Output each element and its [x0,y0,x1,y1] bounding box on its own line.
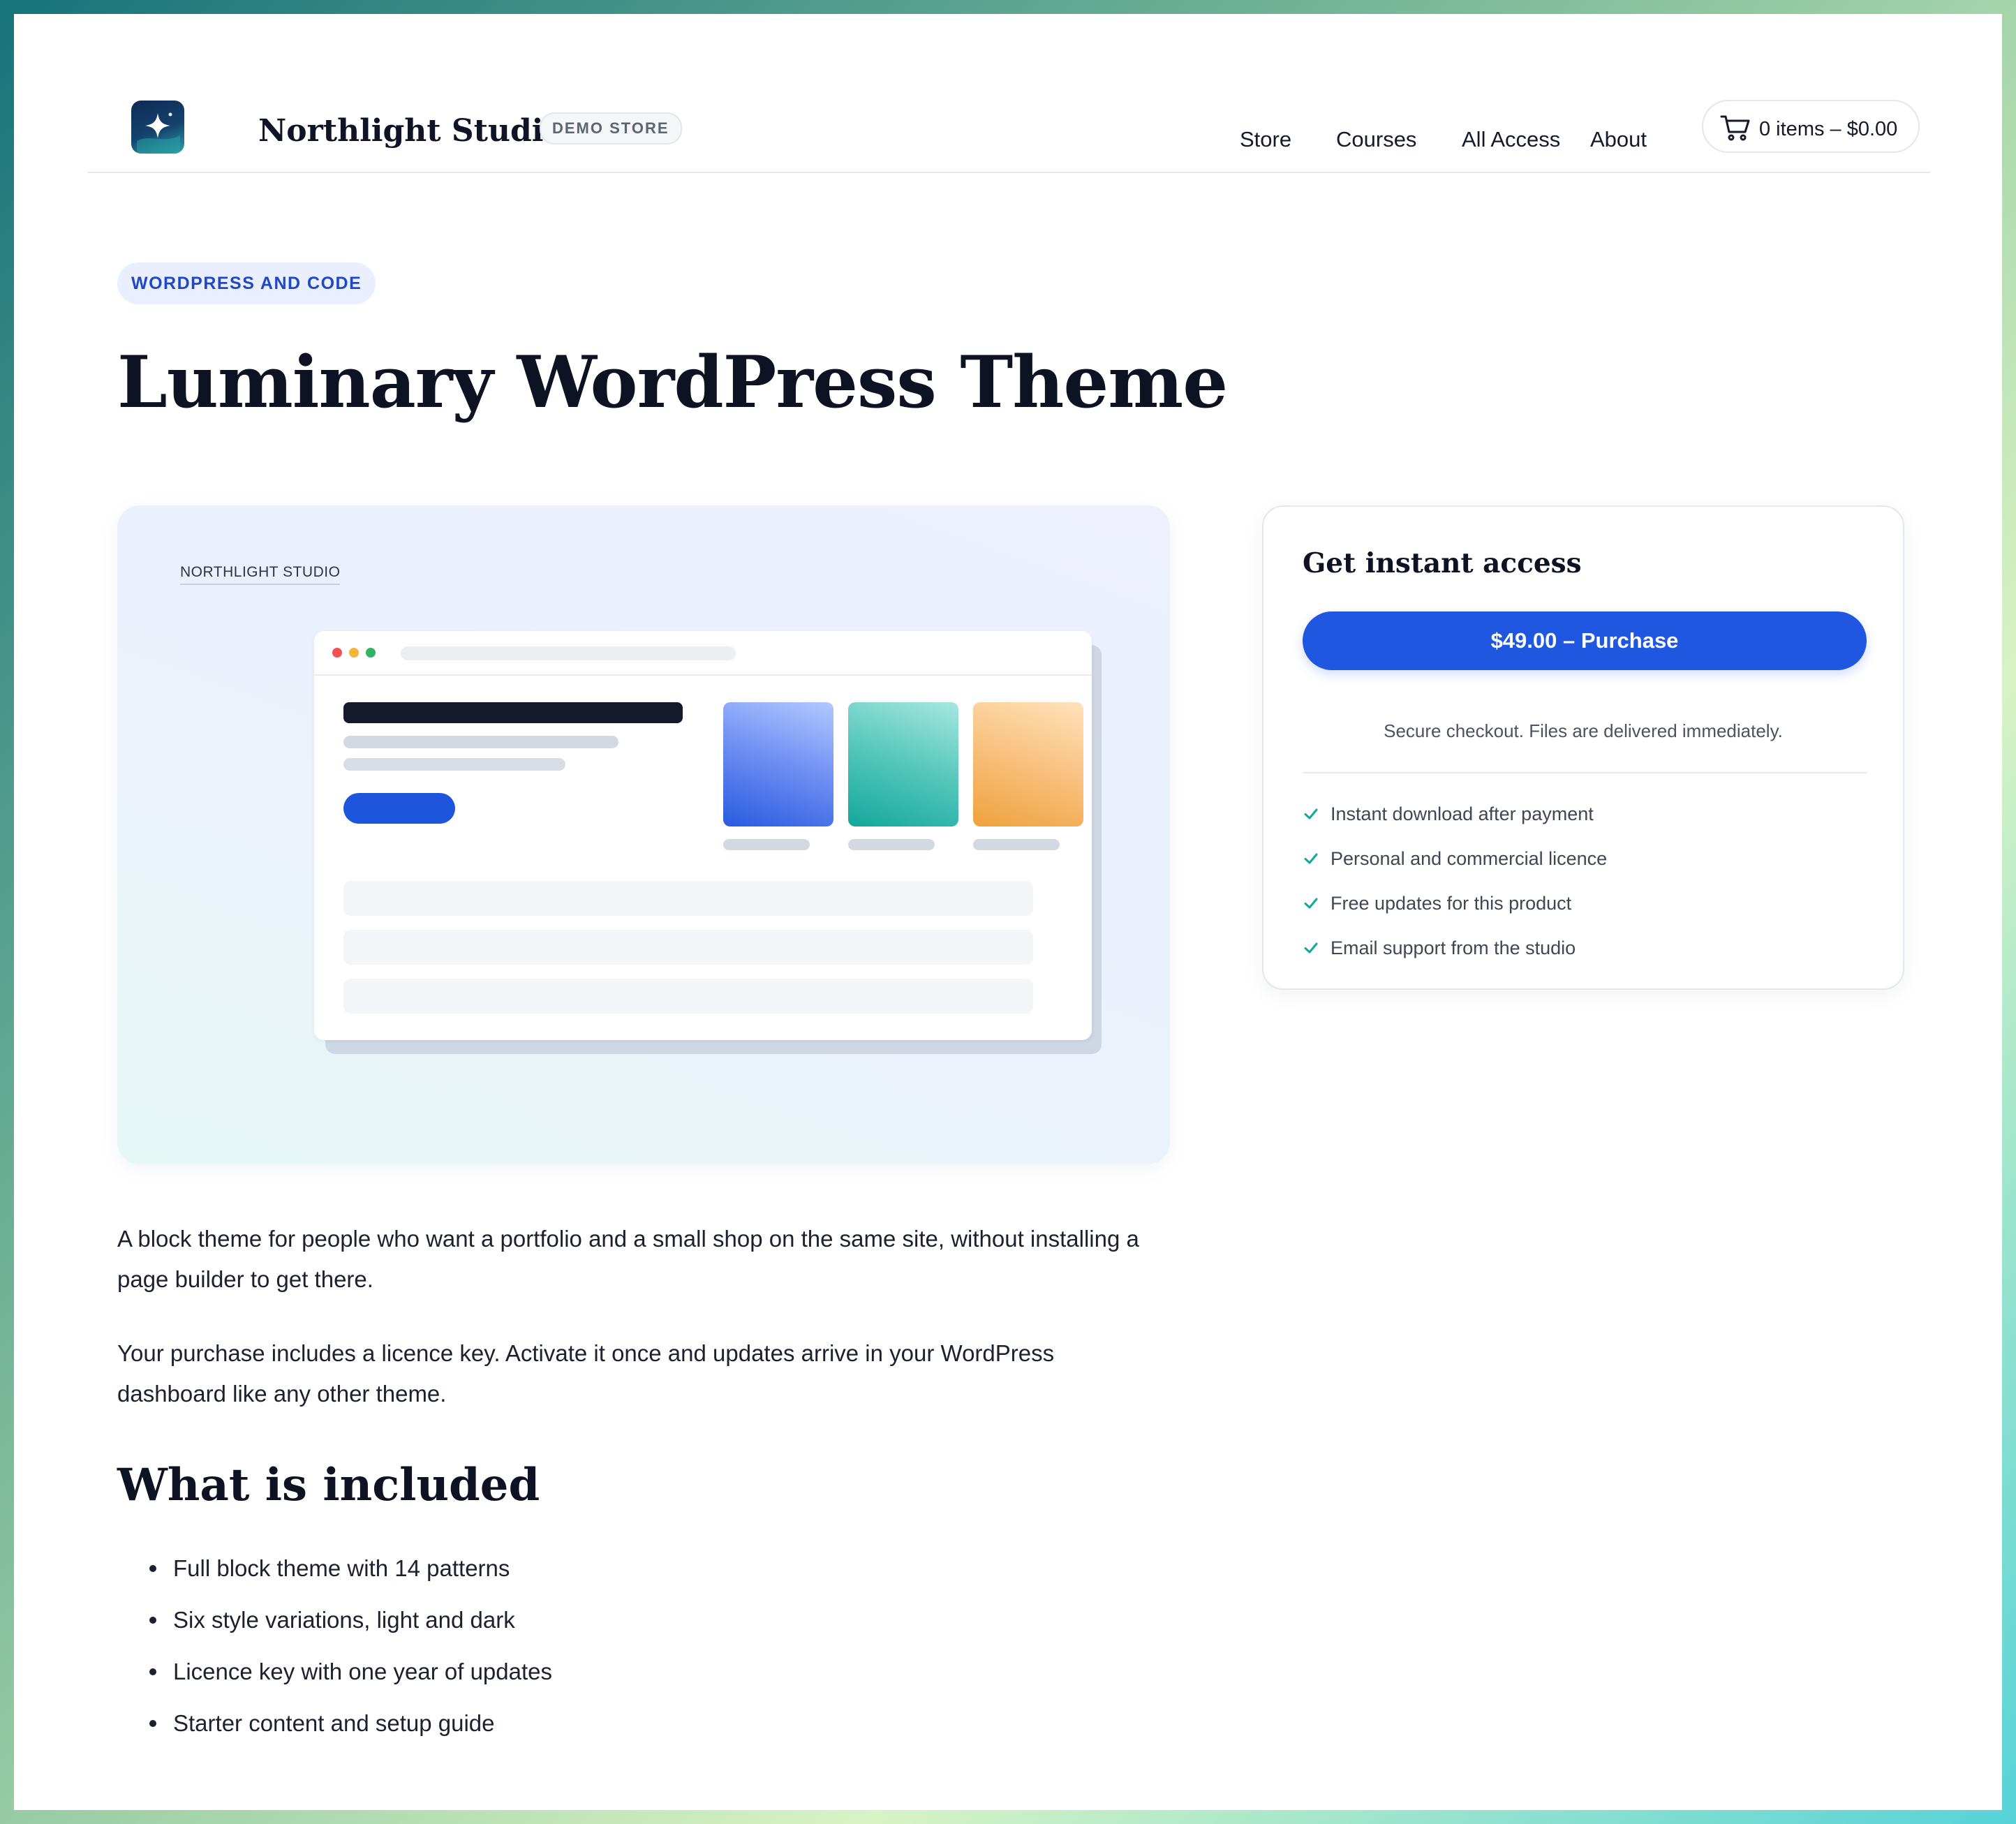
bullet-icon [149,1668,156,1675]
feature-item: Instant download after payment [1303,792,1607,836]
mock-tile-blue [723,702,833,826]
feature-text: Instant download after payment [1331,803,1594,824]
card-divider [1303,772,1867,773]
site-logo[interactable] [131,101,184,154]
mock-text-line [343,758,565,771]
mock-tile-teal [848,702,958,826]
mock-heading-bar [343,702,683,723]
check-icon [1304,898,1318,909]
mock-url-bar [401,646,736,660]
preview-brand-label: NORTHLIGHT STUDIO [180,564,341,585]
list-item: Full block theme with 14 patterns [117,1543,552,1594]
nav-link-all-access[interactable]: All Access [1462,127,1560,152]
brand-name[interactable]: Northlight Studio [258,113,564,149]
mock-browser-bar [314,631,1092,676]
list-item-text: Starter content and setup guide [173,1710,495,1736]
list-item: Licence key with one year of updates [117,1646,552,1698]
feature-text: Email support from the studio [1331,937,1576,958]
included-heading: What is included [117,1459,540,1511]
secure-checkout-note: Secure checkout. Files are delivered imm… [1384,720,1783,741]
bullet-icon [149,1565,156,1572]
cart-button[interactable]: 0 items – $0.00 [1702,100,1920,153]
nav-link-about[interactable]: About [1590,127,1647,152]
product-description: A block theme for people who want a port… [117,1226,1139,1292]
feature-item: Free updates for this product [1303,881,1607,926]
purchase-card-title: Get instant access [1303,547,1582,579]
bullet-icon [149,1617,156,1624]
mock-caption [848,839,935,850]
mock-row [343,881,1033,916]
demo-store-badge: DEMO STORE [540,112,682,144]
feature-item: Email support from the studio [1303,926,1607,970]
nav-link-courses[interactable]: Courses [1336,127,1416,152]
feature-item: Personal and commercial licence [1303,836,1607,881]
purchase-card: Get instant access $49.00 – Purchase Sec… [1262,505,1904,990]
product-description: Your purchase includes a licence key. Ac… [117,1340,1055,1407]
sparkle-star-icon [137,112,180,154]
check-icon [1304,808,1318,820]
feature-text: Free updates for this product [1331,893,1572,914]
page-frame: Northlight Studio DEMO STORE Store Cours… [14,14,2002,1810]
page-title: Luminary WordPress Theme [117,341,1228,424]
mock-row [343,979,1033,1014]
window-dot-red [332,648,342,658]
cart-summary: 0 items – $0.00 [1759,118,1898,140]
list-item: Starter content and setup guide [117,1698,552,1749]
mock-caption [723,839,810,850]
list-item-text: Licence key with one year of updates [173,1659,553,1684]
list-item-text: Full block theme with 14 patterns [173,1555,510,1581]
nav-link-store[interactable]: Store [1240,127,1291,152]
mock-row [343,930,1033,965]
category-tag[interactable]: WORDPRESS AND CODE [117,262,376,304]
purchase-button[interactable]: $49.00 – Purchase [1303,611,1867,670]
cart-icon [1720,115,1750,141]
list-item: Six style variations, light and dark [117,1594,552,1646]
window-dot-green [366,648,376,658]
mock-browser-window [314,631,1092,1040]
bullet-icon [149,1720,156,1727]
mock-caption [973,839,1060,850]
feature-list: Instant download after payment Personal … [1303,792,1607,970]
check-icon [1304,942,1318,954]
window-dot-yellow [349,648,359,658]
list-item-text: Six style variations, light and dark [173,1607,515,1633]
check-icon [1304,853,1318,864]
feature-text: Personal and commercial licence [1331,848,1608,869]
mock-button [343,793,455,824]
mock-tile-orange [973,702,1083,826]
product-preview-image: NORTHLIGHT STUDIO [117,505,1170,1164]
included-list: Full block theme with 14 patterns Six st… [117,1543,552,1749]
site-header: Northlight Studio DEMO STORE Store Cours… [87,14,1930,173]
mock-text-line [343,736,618,748]
